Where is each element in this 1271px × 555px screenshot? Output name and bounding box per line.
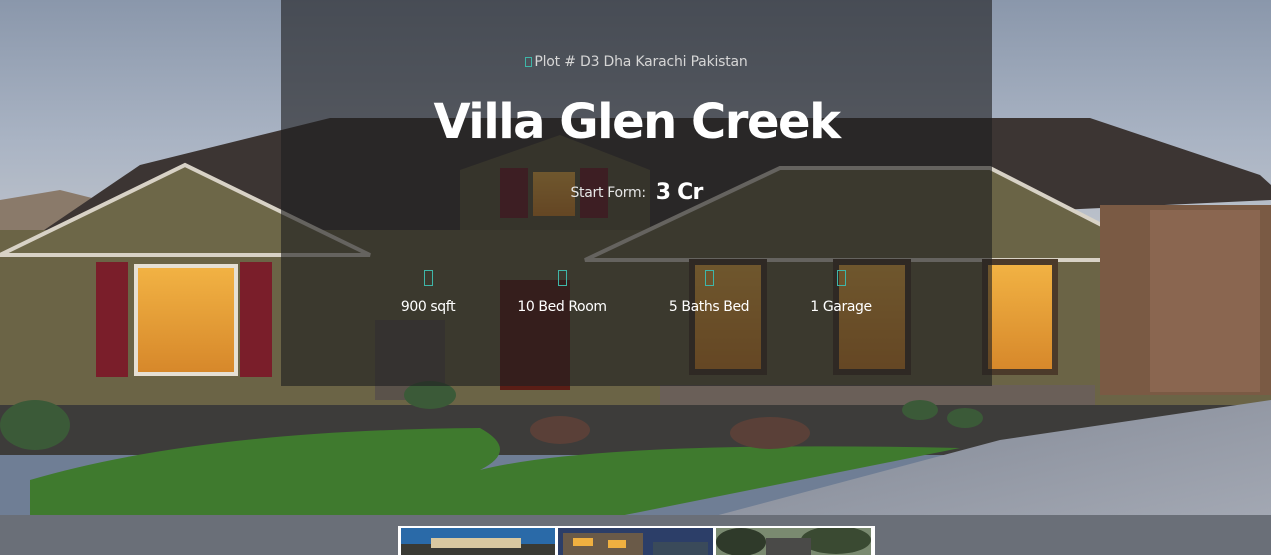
- price-value: 3 Cr: [655, 180, 704, 205]
- gallery-thumbnails: [398, 526, 875, 555]
- feature-baths-label: 5 Baths Bed: [668, 299, 750, 315]
- feature-area: 900 sqft: [398, 270, 458, 315]
- feature-garage: 1 Garage: [808, 270, 874, 315]
- garage-icon: [836, 270, 846, 286]
- bath-icon: [704, 270, 714, 286]
- feature-baths: 5 Baths Bed: [667, 270, 751, 315]
- property-title: Villa Glen Creek: [433, 94, 841, 150]
- feature-bedrooms: 10 Bed Room: [517, 270, 607, 315]
- feature-garage-label: 1 Garage: [810, 299, 872, 315]
- thumbnail-1[interactable]: [401, 528, 555, 555]
- property-location: Plot # D3 Dha Karachi Pakistan: [281, 54, 992, 70]
- feature-area-label: 900 sqft: [400, 299, 456, 315]
- feature-bedrooms-label: 10 Bed Room: [517, 299, 607, 315]
- thumbnail-2[interactable]: [558, 528, 713, 555]
- property-location-text: Plot # D3 Dha Karachi Pakistan: [534, 54, 748, 70]
- map-marker-icon: [525, 57, 533, 67]
- property-price: Start Form: 3 Cr: [281, 180, 992, 205]
- area-icon: [423, 270, 433, 286]
- price-label: Start Form:: [570, 184, 646, 201]
- thumbnail-3[interactable]: [716, 528, 871, 555]
- bed-icon: [557, 270, 567, 286]
